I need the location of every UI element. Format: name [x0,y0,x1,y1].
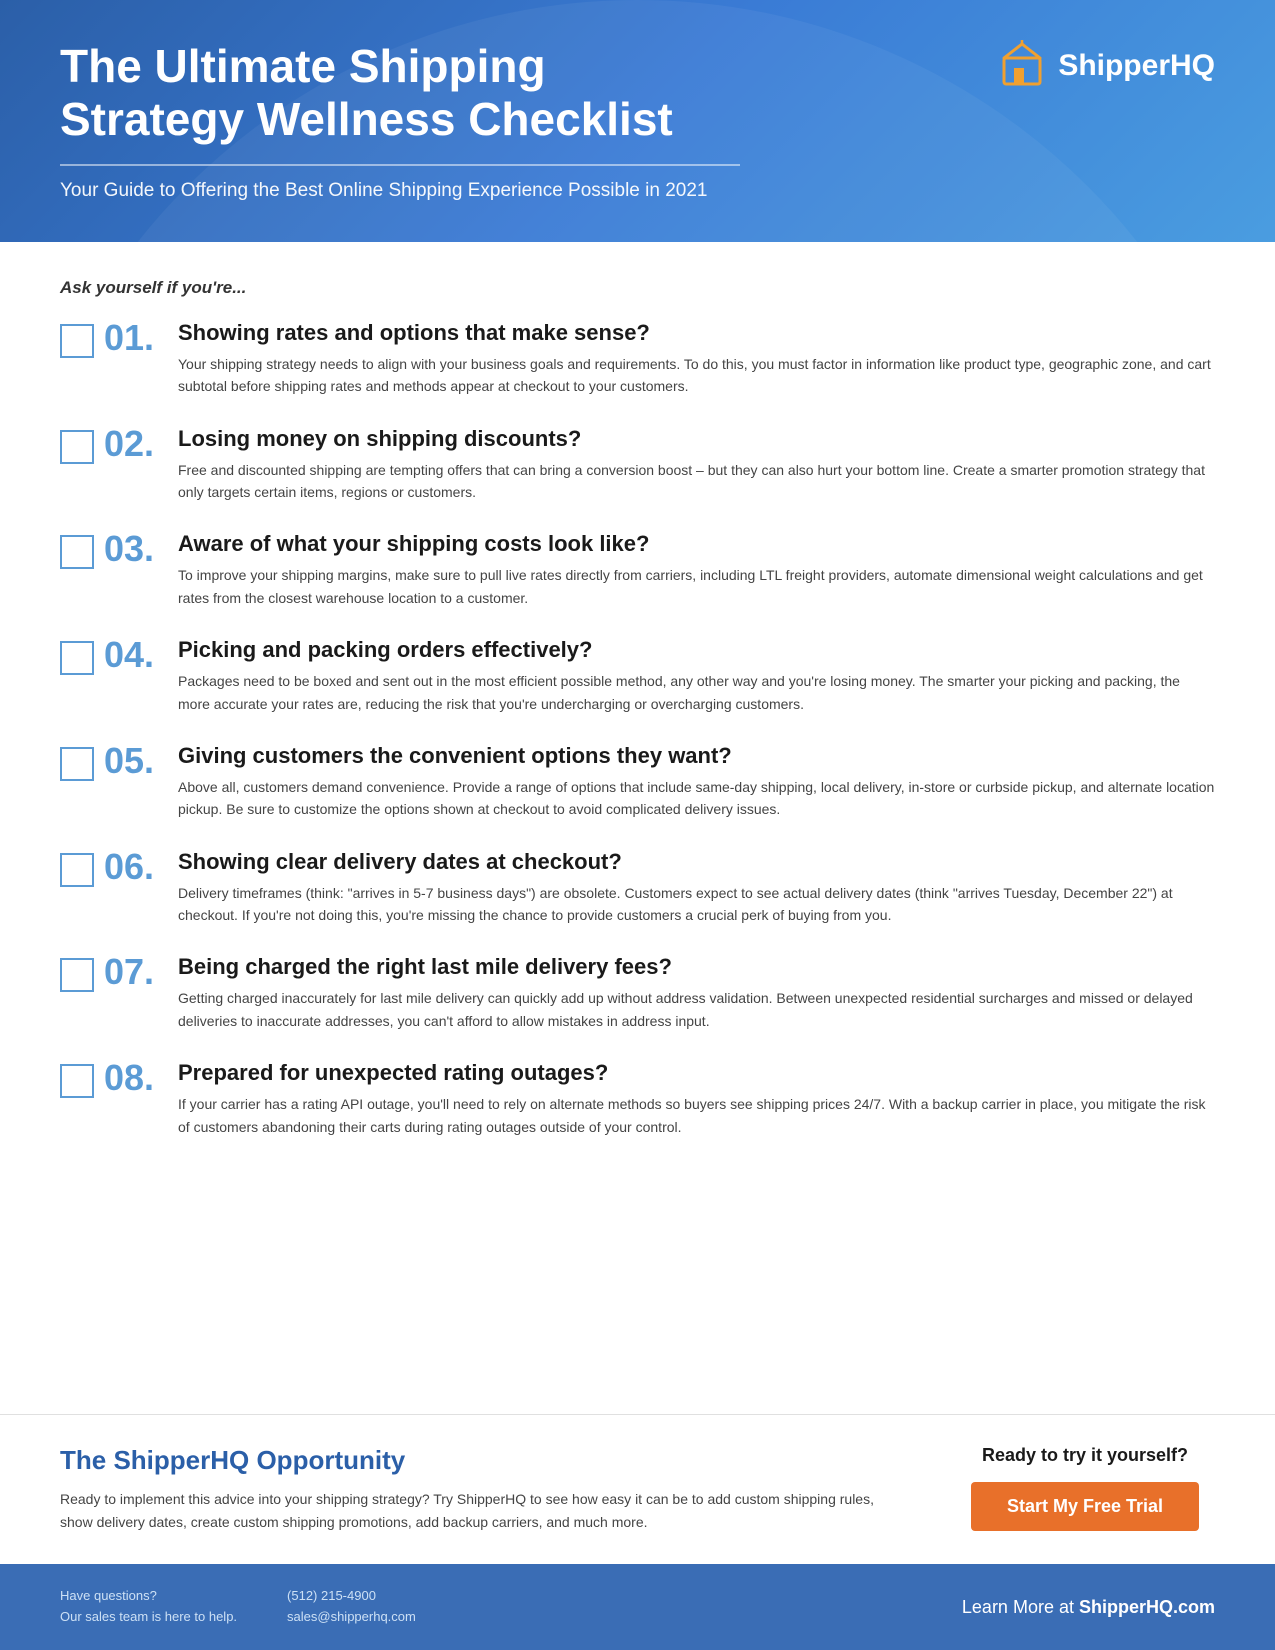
footer-contact-info: (512) 215-4900 sales@shipperhq.com [287,1586,416,1628]
shipperhq-logo-icon [996,40,1048,92]
item-content-2: Losing money on shipping discounts? Free… [178,426,1215,504]
checkbox-4[interactable] [60,641,94,675]
item-heading-7: Being charged the right last mile delive… [178,954,1215,980]
cta-label: Ready to try it yourself? [982,1445,1188,1466]
header-inner: The Ultimate Shipping Strategy Wellness … [60,40,1215,202]
item-content-3: Aware of what your shipping costs look l… [178,531,1215,609]
checklist-item: 02. Losing money on shipping discounts? … [60,426,1215,504]
ask-label: Ask yourself if you're... [60,278,1215,298]
footer-learn-text: Learn More at ShipperHQ.com [962,1597,1215,1617]
page-title: The Ultimate Shipping Strategy Wellness … [60,40,740,146]
item-number-2: 02. [104,426,166,462]
item-number-8: 08. [104,1060,166,1096]
item-heading-6: Showing clear delivery dates at checkout… [178,849,1215,875]
checkbox-7[interactable] [60,958,94,992]
checkbox-5[interactable] [60,747,94,781]
footer-phone: (512) 215-4900 [287,1586,416,1607]
checklist-item: 01. Showing rates and options that make … [60,320,1215,398]
opportunity-left: The ShipperHQ Opportunity Ready to imple… [60,1445,895,1534]
item-number-3: 03. [104,531,166,567]
logo-text: ShipperHQ [1058,49,1215,83]
item-content-6: Showing clear delivery dates at checkout… [178,849,1215,927]
checklist-item: 06. Showing clear delivery dates at chec… [60,849,1215,927]
header: The Ultimate Shipping Strategy Wellness … [0,0,1275,242]
checkbox-8[interactable] [60,1064,94,1098]
checklist-item: 04. Picking and packing orders effective… [60,637,1215,715]
item-desc-2: Free and discounted shipping are temptin… [178,459,1215,504]
footer-contact-line1: Have questions? [60,1586,237,1607]
item-desc-6: Delivery timeframes (think: "arrives in … [178,882,1215,927]
start-trial-button[interactable]: Start My Free Trial [971,1482,1199,1531]
item-desc-8: If your carrier has a rating API outage,… [178,1093,1215,1138]
header-title-block: The Ultimate Shipping Strategy Wellness … [60,40,740,202]
footer-contact: Have questions? Our sales team is here t… [60,1586,416,1628]
item-number-1: 01. [104,320,166,356]
item-number-6: 06. [104,849,166,885]
opportunity-desc: Ready to implement this advice into your… [60,1488,895,1534]
header-divider [60,164,740,166]
opportunity-right: Ready to try it yourself? Start My Free … [955,1445,1215,1531]
footer-learn: Learn More at ShipperHQ.com [962,1597,1215,1618]
item-content-8: Prepared for unexpected rating outages? … [178,1060,1215,1138]
opportunity-section: The ShipperHQ Opportunity Ready to imple… [0,1414,1275,1564]
footer-contact-line2: Our sales team is here to help. [60,1607,237,1628]
item-heading-3: Aware of what your shipping costs look l… [178,531,1215,557]
item-heading-8: Prepared for unexpected rating outages? [178,1060,1215,1086]
item-number-5: 05. [104,743,166,779]
header-subtitle: Your Guide to Offering the Best Online S… [60,180,740,202]
item-content-1: Showing rates and options that make sens… [178,320,1215,398]
item-content-4: Picking and packing orders effectively? … [178,637,1215,715]
item-heading-1: Showing rates and options that make sens… [178,320,1215,346]
checkbox-6[interactable] [60,853,94,887]
checklist-item: 05. Giving customers the convenient opti… [60,743,1215,821]
item-heading-2: Losing money on shipping discounts? [178,426,1215,452]
footer-contact-desc: Have questions? Our sales team is here t… [60,1586,237,1628]
footer: Have questions? Our sales team is here t… [0,1564,1275,1650]
item-content-5: Giving customers the convenient options … [178,743,1215,821]
checkbox-1[interactable] [60,324,94,358]
footer-email: sales@shipperhq.com [287,1607,416,1628]
footer-learn-brand: ShipperHQ.com [1079,1597,1215,1617]
item-desc-3: To improve your shipping margins, make s… [178,564,1215,609]
item-number-7: 07. [104,954,166,990]
footer-learn-prefix: Learn More at [962,1597,1079,1617]
opportunity-inner: The ShipperHQ Opportunity Ready to imple… [60,1445,1215,1534]
checklist-item: 08. Prepared for unexpected rating outag… [60,1060,1215,1138]
checklist-container: 01. Showing rates and options that make … [60,320,1215,1138]
item-content-7: Being charged the right last mile delive… [178,954,1215,1032]
checklist-item: 03. Aware of what your shipping costs lo… [60,531,1215,609]
checkbox-2[interactable] [60,430,94,464]
item-heading-5: Giving customers the convenient options … [178,743,1215,769]
checklist-item: 07. Being charged the right last mile de… [60,954,1215,1032]
opportunity-title: The ShipperHQ Opportunity [60,1445,895,1476]
main-content: Ask yourself if you're... 01. Showing ra… [0,242,1275,1414]
item-heading-4: Picking and packing orders effectively? [178,637,1215,663]
item-desc-4: Packages need to be boxed and sent out i… [178,670,1215,715]
item-desc-7: Getting charged inaccurately for last mi… [178,987,1215,1032]
item-number-4: 04. [104,637,166,673]
logo-area: ShipperHQ [996,40,1215,92]
checkbox-3[interactable] [60,535,94,569]
item-desc-5: Above all, customers demand convenience.… [178,776,1215,821]
item-desc-1: Your shipping strategy needs to align wi… [178,353,1215,398]
